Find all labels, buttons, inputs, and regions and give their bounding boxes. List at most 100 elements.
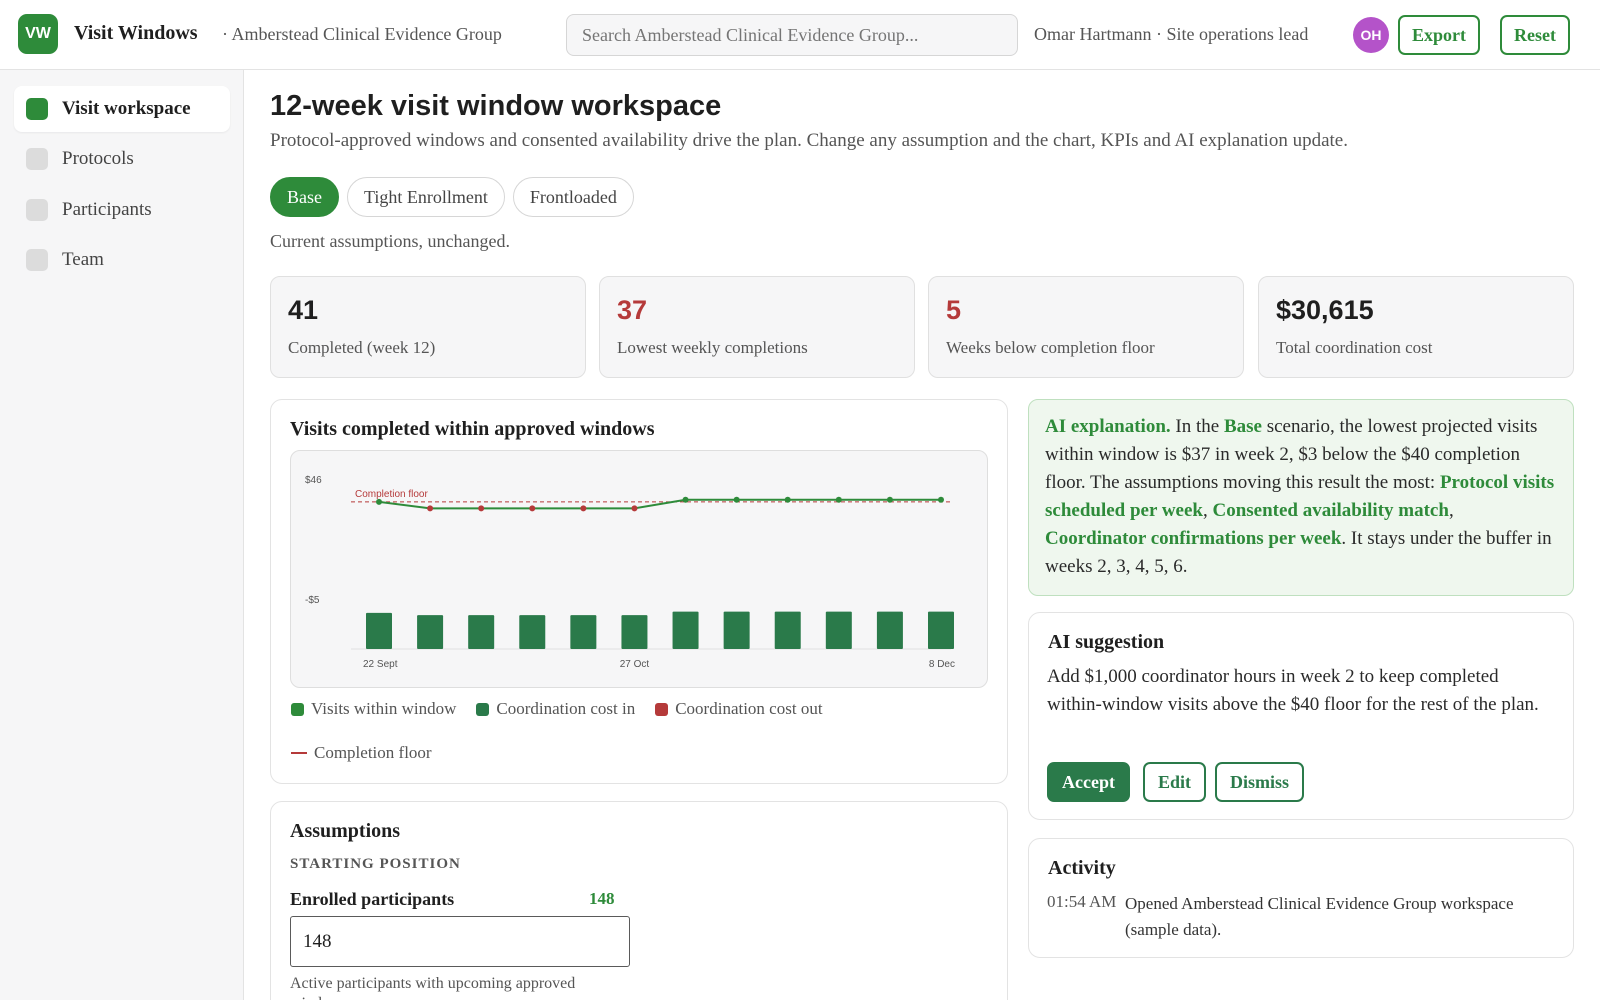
explanation-scenario: Base xyxy=(1223,416,1262,437)
sidebar-item-team[interactable]: Team xyxy=(14,237,230,283)
bar xyxy=(366,612,392,649)
tab-tight-enrollment[interactable]: Tight Enrollment xyxy=(347,177,505,217)
nav-square-icon xyxy=(26,98,48,120)
kpi-label: Lowest weekly completions xyxy=(617,338,808,357)
nav-square-icon xyxy=(26,199,48,221)
bar xyxy=(417,615,444,649)
dismiss-button[interactable]: Dismiss xyxy=(1215,762,1305,802)
kpi-value: $30,615 xyxy=(1276,295,1374,325)
field-value: 148 xyxy=(589,889,615,908)
bar xyxy=(621,615,648,649)
kpi-label: Completed (week 12) xyxy=(288,338,436,357)
bar xyxy=(672,611,699,649)
x-tick-label: 27 Oct xyxy=(620,659,650,670)
assumptions-title: Assumptions xyxy=(290,820,401,842)
data-point xyxy=(835,496,842,503)
sidebar-item-participants[interactable]: Participants xyxy=(14,187,230,233)
explanation-driver: Coordinator confirmations per week xyxy=(1045,528,1342,549)
explanation-driver: Consented availability match xyxy=(1212,500,1449,521)
legend-item: Visits within window xyxy=(291,699,456,719)
y-tick-label: $46 xyxy=(305,475,322,486)
sidebar-item-label: Visit workspace xyxy=(62,98,191,119)
data-point xyxy=(938,496,944,503)
activity-title: Activity xyxy=(1048,857,1116,879)
app-logo: VW xyxy=(18,14,58,54)
legend-label: Coordination cost in xyxy=(496,699,636,718)
reset-button[interactable]: Reset xyxy=(1500,15,1570,55)
kpi-card-lowest-weekly: 37 Lowest weekly completions xyxy=(599,276,915,378)
data-point xyxy=(733,496,740,503)
activity-text: Opened Amberstead Clinical Evidence Grou… xyxy=(1125,894,1514,939)
activity-time: 01:54 AM xyxy=(1047,892,1117,911)
legend-swatch-icon xyxy=(476,702,490,716)
accept-button[interactable]: Accept xyxy=(1047,762,1130,802)
bar xyxy=(570,615,597,649)
visits-line xyxy=(378,498,941,510)
ai-explanation: AI explanation. In the Base scenario, th… xyxy=(1028,399,1574,596)
suggestion-title: AI suggestion xyxy=(1048,631,1165,653)
assumptions-card: Assumptions STARTING POSITION Enrolled p… xyxy=(270,801,1008,1000)
chart-title: Visits completed within approved windows xyxy=(290,418,655,440)
avatar[interactable]: OH xyxy=(1353,17,1389,53)
page-title: 12-week visit window workspace xyxy=(270,90,722,122)
data-point xyxy=(427,505,434,512)
bar xyxy=(876,611,903,649)
chart-legend: Visits within window Coordination cost i… xyxy=(291,698,981,786)
explanation-lead: AI explanation. xyxy=(1045,416,1171,437)
tab-base[interactable]: Base xyxy=(270,177,339,217)
legend-item: Coordination cost out xyxy=(655,699,823,719)
field-help: Active participants with upcoming approv… xyxy=(290,975,576,1000)
data-point xyxy=(682,496,689,503)
legend-item: Completion floor xyxy=(291,743,432,763)
scenario-note: Current assumptions, unchanged. xyxy=(270,231,510,251)
kpi-card-total-cost: $30,615 Total coordination cost xyxy=(1258,276,1574,378)
legend-line-icon xyxy=(291,752,307,754)
data-point xyxy=(631,505,638,512)
explanation-text: In the xyxy=(1170,416,1224,437)
bar xyxy=(825,611,852,649)
x-tick-label: 22 Sept xyxy=(363,659,398,670)
sidebar-item-visit-workspace[interactable]: Visit workspace xyxy=(14,86,230,132)
nav-square-icon xyxy=(26,249,48,271)
export-button[interactable]: Export xyxy=(1398,15,1480,55)
kpi-card-completed: 41 Completed (week 12) xyxy=(270,276,586,378)
nav-square-icon xyxy=(26,148,48,170)
legend-swatch-icon xyxy=(291,702,304,716)
activity-card: Activity 01:54 AM Opened Amberstead Clin… xyxy=(1028,838,1574,958)
enrolled-participants-input[interactable] xyxy=(290,916,630,967)
bar xyxy=(928,611,954,649)
data-point xyxy=(886,496,893,503)
top-bar: VW Visit Windows · Amberstead Clinical E… xyxy=(0,0,1600,70)
field-label: Enrolled participants xyxy=(290,889,455,909)
x-tick-label: 8 Dec xyxy=(929,659,955,670)
legend-label: Completion floor xyxy=(314,743,432,762)
sidebar-item-label: Protocols xyxy=(62,148,134,169)
suggestion-text: Add $1,000 coordinator hours in week 2 t… xyxy=(1047,666,1539,715)
edit-button[interactable]: Edit xyxy=(1143,762,1207,802)
kpi-card-weeks-below-floor: 5 Weeks below completion floor xyxy=(928,276,1244,378)
legend-swatch-icon xyxy=(655,702,669,716)
section-label: STARTING POSITION xyxy=(290,856,461,872)
legend-item: Coordination cost in xyxy=(476,699,635,719)
org-name: · Amberstead Clinical Evidence Group xyxy=(222,24,502,44)
bar xyxy=(774,611,801,649)
tab-frontloaded[interactable]: Frontloaded xyxy=(512,177,634,217)
data-point xyxy=(580,505,587,512)
kpi-label: Weeks below completion floor xyxy=(946,338,1155,357)
sidebar-item-label: Team xyxy=(62,249,104,270)
legend-label: Coordination cost out xyxy=(675,699,823,718)
chart-area: $46 -$5 Completion floor 22 Sept 27 Oct 8 Dec xyxy=(290,450,988,688)
scenario-tabs: Base Tight Enrollment Frontloaded xyxy=(270,177,634,217)
chart-card: Visits completed within approved windows… xyxy=(270,399,1008,784)
data-point xyxy=(478,505,485,512)
sidebar: Visit workspace Protocols Participants T… xyxy=(0,70,244,1000)
kpi-value: 37 xyxy=(617,295,648,325)
page-subtitle: Protocol-approved windows and consented … xyxy=(270,130,1348,151)
search-input[interactable] xyxy=(566,14,1018,56)
app-title: Visit Windows xyxy=(74,22,198,44)
user-name: Omar Hartmann · Site operations lead xyxy=(1034,24,1309,44)
legend-label: Visits within window xyxy=(311,699,457,718)
sidebar-item-protocols[interactable]: Protocols xyxy=(14,136,230,182)
kpi-label: Total coordination cost xyxy=(1276,338,1433,357)
ai-suggestion-card: AI suggestion Add $1,000 coordinator hou… xyxy=(1028,612,1574,820)
